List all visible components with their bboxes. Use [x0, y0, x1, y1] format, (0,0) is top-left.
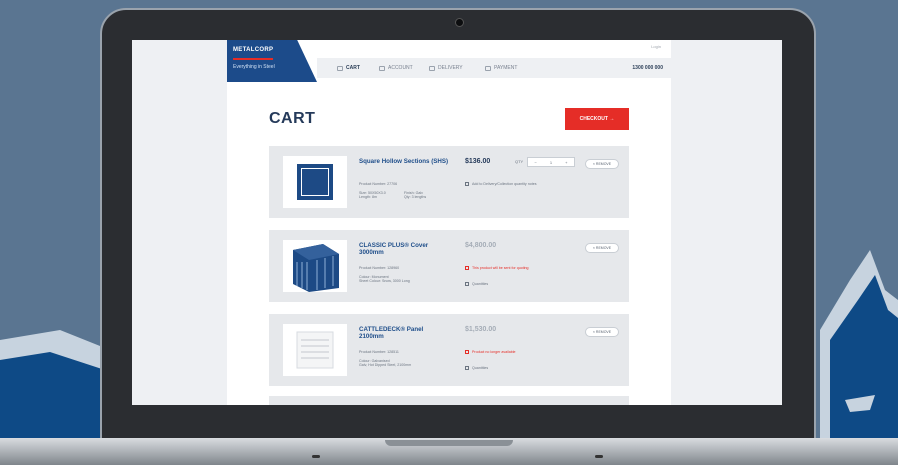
nav-step-label: ACCOUNT: [388, 65, 413, 71]
checkout-button[interactable]: CHECKOUT →: [565, 108, 629, 130]
remove-button[interactable]: × REMOVE: [585, 243, 619, 253]
checkout-steps-nav: CART ACCOUNT DELIVERY PAYMENT 1300 000 0…: [317, 58, 671, 78]
webcam-icon: [455, 18, 464, 27]
checkbox-icon[interactable]: [465, 282, 469, 286]
login-link[interactable]: Login: [651, 44, 661, 49]
nav-step-cart[interactable]: CART: [337, 65, 360, 71]
square-hollow-section-image: [297, 164, 333, 200]
cart-item-partial: [269, 396, 629, 405]
quantity-label: QTY: [515, 159, 524, 164]
warning-icon: [465, 266, 469, 270]
plus-icon[interactable]: +: [559, 158, 574, 166]
note-text: This product will be sent for quoting: [472, 266, 529, 270]
cart-icon: [337, 65, 343, 71]
panel-image: [296, 331, 334, 369]
product-thumbnail: [283, 156, 347, 208]
logo[interactable]: METALCORP Everything in Steel: [227, 40, 317, 82]
account-icon: [379, 65, 385, 71]
product-details-extra: Finish: Galv Qty: 3 lengths: [404, 191, 427, 199]
nav-step-label: CART: [346, 65, 360, 71]
nav-step-label: DELIVERY: [438, 65, 463, 71]
product-details: Colour: Monument Sheet Colour: Snow, 300…: [359, 275, 410, 283]
product-thumbnail: [283, 240, 347, 292]
cart-item: CLASSIC PLUS® Cover 3000mm $4,800.00 × R…: [269, 230, 629, 302]
minus-icon[interactable]: −: [528, 158, 543, 166]
laptop-foot: [595, 455, 603, 458]
phone-number[interactable]: 1300 000 000: [632, 65, 663, 71]
payment-icon: [485, 65, 491, 71]
laptop-screen: METALCORP Everything in Steel Login CART…: [132, 40, 782, 405]
laptop-foot: [312, 455, 320, 458]
product-price: $1,530.00: [465, 326, 497, 333]
note-text: Quantities: [472, 366, 489, 370]
page-title: CART: [269, 110, 316, 127]
logo-underline: [233, 58, 273, 60]
nav-step-payment[interactable]: PAYMENT: [485, 65, 517, 71]
product-name[interactable]: Square Hollow Sections (SHS): [359, 158, 449, 165]
product-number: Product Number: 27706: [359, 182, 398, 186]
quantity-value: 1: [549, 159, 553, 165]
quantities-link[interactable]: Quantities: [465, 282, 488, 286]
product-number: Product Number: 128511: [359, 350, 399, 354]
product-details: Size: 50X50X3.0 Length: 8m: [359, 191, 386, 199]
nav-step-delivery[interactable]: DELIVERY: [429, 65, 463, 71]
product-thumbnail: [283, 324, 347, 376]
warning-note: This product will be sent for quoting: [465, 266, 529, 270]
cart-item: CATTLEDECK® Panel 2100mm $1,530.00 × REM…: [269, 314, 629, 386]
product-price: $136.00: [465, 158, 491, 165]
note-text: Add to Delivery/Collection quantity note…: [472, 182, 537, 186]
note-text: Quantities: [472, 282, 489, 286]
note-text: Product no longer available: [472, 350, 516, 354]
quantity-stepper[interactable]: − 1 +: [527, 157, 575, 167]
nav-step-label: PAYMENT: [494, 65, 518, 71]
quantities-link[interactable]: Quantities: [465, 366, 488, 370]
website-page: METALCORP Everything in Steel Login CART…: [227, 40, 671, 405]
checkbox-icon[interactable]: [465, 182, 469, 186]
product-number: Product Number: 128960: [359, 266, 400, 270]
checkbox-icon[interactable]: [465, 366, 469, 370]
roof-sheeting-bundle-image: [293, 244, 339, 292]
remove-button[interactable]: × REMOVE: [585, 327, 619, 337]
laptop-notch: [385, 440, 513, 446]
logo-name: METALCORP: [233, 47, 274, 53]
logo-tagline: Everything in Steel: [233, 64, 275, 70]
remove-button[interactable]: × REMOVE: [585, 159, 619, 169]
delivery-icon: [429, 65, 435, 71]
warning-note: Product no longer available: [465, 350, 516, 354]
product-name[interactable]: CATTLEDECK® Panel 2100mm: [359, 326, 449, 340]
product-price: $4,800.00: [465, 242, 497, 249]
nav-step-account[interactable]: ACCOUNT: [379, 65, 413, 71]
product-name[interactable]: CLASSIC PLUS® Cover 3000mm: [359, 242, 449, 256]
cart-item: Square Hollow Sections (SHS) $136.00 QTY…: [269, 146, 629, 218]
warning-icon: [465, 350, 469, 354]
product-details: Colour: Galvanised Galv, Hot Dipped Stee…: [359, 359, 412, 367]
delivery-note[interactable]: Add to Delivery/Collection quantity note…: [465, 182, 537, 186]
